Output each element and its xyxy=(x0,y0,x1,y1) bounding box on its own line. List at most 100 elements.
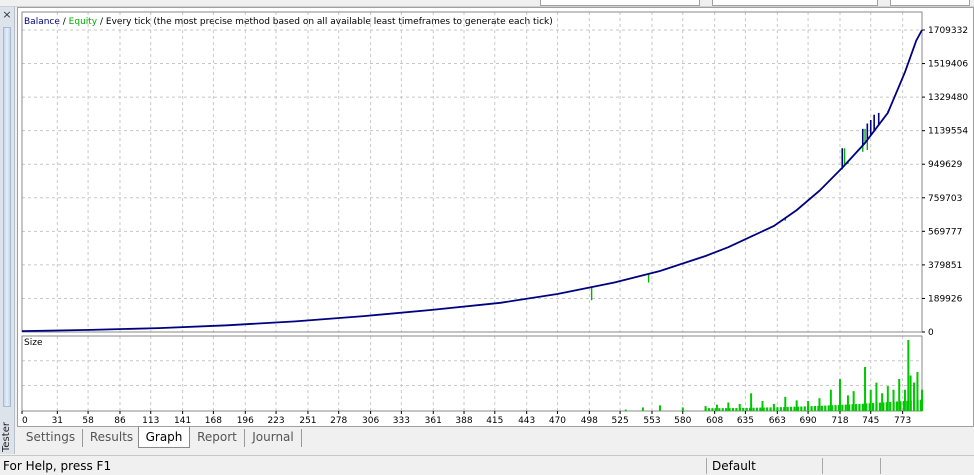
volume-bar xyxy=(827,405,830,411)
y-tick-label: 1139554 xyxy=(928,127,968,137)
volume-bar xyxy=(658,405,661,411)
x-tick-label: 333 xyxy=(393,416,410,426)
x-tick-label: 278 xyxy=(330,416,347,426)
tab-graph[interactable]: Graph xyxy=(138,427,190,448)
volume-bar xyxy=(858,403,861,411)
tester-tabs: Settings Results Graph Report Journal xyxy=(17,427,974,449)
x-tick-label: 415 xyxy=(486,416,503,426)
y-tick-label: 1329480 xyxy=(928,93,968,103)
x-tick-label: 745 xyxy=(862,416,879,426)
x-tick-label: 580 xyxy=(674,416,691,426)
x-tick-label: 443 xyxy=(518,416,535,426)
tab-journal[interactable]: Journal xyxy=(245,429,302,447)
volume-bar xyxy=(769,407,772,411)
y-tick-label: 0 xyxy=(928,328,934,338)
x-tick-label: 690 xyxy=(799,416,816,426)
toolbar-field xyxy=(890,0,970,6)
volume-bar xyxy=(789,406,793,411)
volume-bar xyxy=(889,401,892,411)
legend-separator: / xyxy=(97,17,106,27)
close-icon[interactable]: × xyxy=(1,9,13,21)
volume-bar xyxy=(831,405,834,411)
x-tick-label: 0 xyxy=(22,416,28,426)
volume-bar xyxy=(728,408,731,411)
x-tick-label: 113 xyxy=(142,416,159,426)
volume-bar xyxy=(885,402,888,411)
toolbar-field xyxy=(712,0,878,6)
x-tick-label: 141 xyxy=(174,416,191,426)
toolbar-remnant xyxy=(0,0,974,7)
volume-bar xyxy=(772,407,776,411)
volume-bar xyxy=(895,401,899,411)
volume-bar xyxy=(803,406,806,411)
volume-bar xyxy=(748,407,752,411)
volume-bar xyxy=(875,402,878,411)
volume-bar xyxy=(868,403,871,411)
tab-settings[interactable]: Settings xyxy=(19,429,83,447)
x-tick-label: 663 xyxy=(769,416,786,426)
volume-bar xyxy=(742,407,745,411)
y-tick-label: 949629 xyxy=(928,160,963,170)
volume-bar xyxy=(810,406,813,411)
volume-bar xyxy=(817,405,820,411)
x-tick-label: 608 xyxy=(706,416,723,426)
graph-panel: Balance / Equity / Every tick (the most … xyxy=(17,7,974,427)
volume-bar xyxy=(714,408,717,411)
volume-bar xyxy=(848,404,851,411)
volume-bar xyxy=(681,407,684,411)
x-tick-label: 388 xyxy=(455,416,472,426)
y-tick-label: 379851 xyxy=(928,261,962,271)
legend-description: Every tick (the most precise method base… xyxy=(106,17,553,27)
x-tick-label: 196 xyxy=(237,416,254,426)
volume-bar xyxy=(837,404,841,411)
volume-bar xyxy=(851,404,854,411)
volume-plot-frame xyxy=(21,335,923,412)
y-tick-label: 569777 xyxy=(928,227,962,237)
volume-bar xyxy=(872,403,875,411)
x-tick-label: 58 xyxy=(82,416,94,426)
volume-bar xyxy=(854,404,858,411)
volume-bar xyxy=(641,407,644,411)
grid xyxy=(22,12,922,411)
volume-bar xyxy=(907,340,910,411)
volume-bar xyxy=(800,406,803,411)
volume-bar xyxy=(776,407,779,411)
x-tick-label: 525 xyxy=(612,416,629,426)
tester-window: × Tester Balance / Equity / Every tick (… xyxy=(0,0,974,475)
volume-bar xyxy=(824,405,827,411)
volume-bars xyxy=(624,340,923,411)
y-axis-ticks: 0 189926 379851 569777 759703 949629 1139554 13… xyxy=(922,26,968,338)
legend-separator: / xyxy=(60,17,69,27)
x-tick-label: 498 xyxy=(581,416,598,426)
volume-bar xyxy=(909,400,912,411)
volume-bar xyxy=(793,406,796,411)
x-tick-label: 223 xyxy=(267,416,284,426)
x-tick-label: 553 xyxy=(643,416,660,426)
volume-bar xyxy=(841,404,844,411)
x-tick-label: 251 xyxy=(299,416,316,426)
tab-report[interactable]: Report xyxy=(190,429,245,447)
balance-chart: Balance / Equity / Every tick (the most … xyxy=(21,11,968,426)
volume-bar xyxy=(906,400,909,411)
volume-bar xyxy=(913,400,916,411)
y-tick-label: 759703 xyxy=(928,194,962,204)
volume-bar xyxy=(779,407,782,411)
status-help: For Help, press F1 xyxy=(3,459,112,473)
tab-results[interactable]: Results xyxy=(83,429,141,447)
panel-grip[interactable] xyxy=(3,27,11,407)
volume-bar xyxy=(711,408,714,411)
tester-label: Tester xyxy=(1,422,12,452)
legend-balance: Balance xyxy=(24,17,60,27)
status-separator xyxy=(706,458,707,474)
x-tick-label: 718 xyxy=(831,416,848,426)
volume-bar xyxy=(813,405,817,411)
volume-bar xyxy=(707,408,711,411)
volume-bar xyxy=(916,399,919,411)
volume-bar xyxy=(762,407,765,411)
volume-bar xyxy=(718,408,721,411)
plot-frames xyxy=(21,11,923,412)
x-tick-label: 168 xyxy=(205,416,222,426)
volume-bar xyxy=(721,408,724,411)
y-tick-label: 1519406 xyxy=(928,60,968,70)
volume-panel-label: Size xyxy=(24,338,43,348)
